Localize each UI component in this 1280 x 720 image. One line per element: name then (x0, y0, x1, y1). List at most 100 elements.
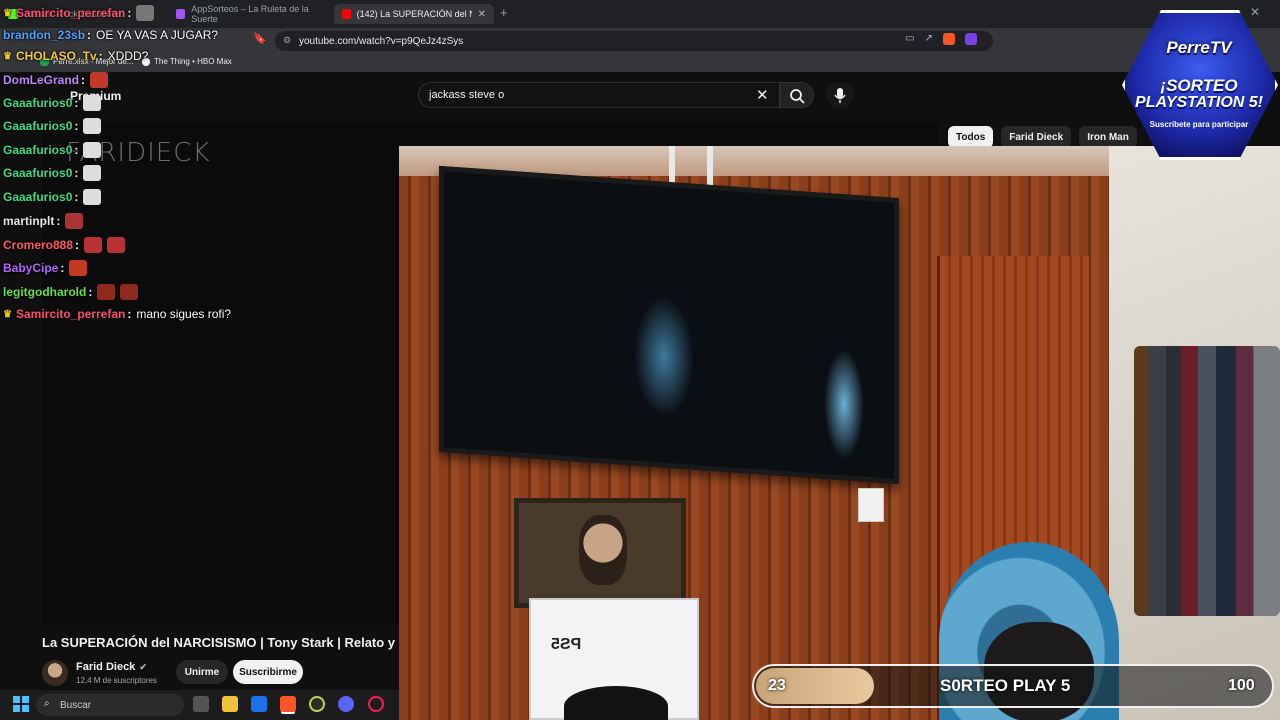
tab-label: (142) La SUPERACIÓN del NARC (356, 9, 472, 19)
emote-icon (83, 165, 102, 181)
raffle-current: 23 (768, 677, 786, 694)
chip-todos[interactable]: Todos (948, 126, 994, 148)
chat-message: ♛ Samircito_perrefan: (3, 5, 155, 21)
emote-icon (65, 213, 84, 229)
chat-separator: : (74, 190, 79, 204)
emote-icon (90, 72, 109, 88)
channel-name-text: Farid Dieck (76, 661, 136, 673)
chat-username[interactable]: brandon_23sb (3, 28, 85, 42)
file-explorer-icon[interactable] (222, 696, 238, 712)
search-query-text: jackass steve o (429, 89, 505, 101)
chat-message: ♛ CHOLASO_Tv: XDDD? (3, 49, 148, 63)
search-button[interactable] (780, 82, 814, 108)
chat-separator: : (60, 261, 65, 275)
new-tab-button[interactable]: + (500, 5, 508, 20)
badge-brand: PerreTV (1166, 38, 1232, 57)
badge-headline-2: PLAYSTATION 5! (1135, 94, 1263, 111)
chat-username[interactable]: Gaaafurios0 (3, 119, 72, 133)
tab-label: AppSorteos – La Ruleta de la Suerte (191, 4, 309, 24)
share-icon[interactable]: ↗ (924, 33, 932, 45)
tab-youtube-video[interactable]: (142) La SUPERACIÓN del NARC ✕ (334, 4, 494, 24)
brave-browser-icon[interactable] (280, 696, 296, 712)
chat-message: Gaaafurios0: (3, 189, 102, 205)
bookmark-the-thing[interactable]: The Thing • HBO Max (142, 57, 232, 66)
taskbar-search[interactable]: ⌕ Buscar (36, 694, 184, 716)
chat-message: Gaaafurios0: (3, 95, 102, 111)
brave-rewards-icon[interactable] (964, 33, 977, 45)
address-bar[interactable]: ⚙ youtube.com/watch?v=p9QeJz4zSys (275, 31, 993, 51)
tv-figure (824, 347, 864, 461)
ps5-logo-icon: PS5 (551, 636, 582, 653)
youtube-icon (342, 9, 351, 19)
batman-cap (564, 686, 668, 720)
task-view-icon[interactable] (193, 696, 209, 712)
chat-separator: : (81, 73, 86, 87)
obs-icon[interactable] (309, 696, 325, 712)
crown-badge-icon: ♛ (3, 308, 12, 320)
chat-message: legitgodharold: (3, 284, 139, 300)
tv-figure (634, 294, 694, 419)
chat-message: Gaaafurios0: (3, 118, 102, 134)
raffle-label: S0RTEO PLAY 5 (940, 676, 1071, 695)
crown-badge-icon: ♛ (3, 50, 12, 62)
site-info-icon[interactable]: ⚙ (283, 35, 291, 46)
chat-message: Gaaafurios0: (3, 142, 102, 158)
tab-appsorteos[interactable]: AppSorteos – La Ruleta de la Suerte (168, 4, 334, 24)
discord-icon[interactable] (338, 696, 354, 712)
chat-username[interactable]: Samircito_perrefan (16, 307, 125, 321)
chat-separator: : (127, 6, 132, 20)
chat-username[interactable]: martinplt (3, 214, 54, 228)
emote-icon (97, 284, 116, 300)
close-tab-icon[interactable]: ✕ (478, 9, 486, 20)
voice-search-button[interactable] (826, 82, 854, 108)
cast-icon[interactable]: ▭ (905, 33, 914, 45)
chat-message: brandon_23sb: OE YA VAS A JUGAR? (3, 28, 218, 42)
join-button[interactable]: Unirme (176, 660, 228, 684)
chat-message: DomLeGrand: (3, 72, 109, 88)
chat-text: mano sigues rofi? (136, 307, 232, 321)
chat-username[interactable]: Gaaafurios0 (3, 166, 72, 180)
chat-username[interactable]: legitgodharold (3, 285, 86, 299)
video-title: La SUPERACIÓN del NARCISISMO | Tony Star… (42, 635, 399, 650)
channel-avatar[interactable] (42, 660, 68, 686)
chat-username[interactable]: Samircito_perrefan (16, 6, 125, 20)
raffle-max: 100 (1228, 677, 1255, 694)
emote-icon (83, 95, 102, 111)
chat-username[interactable]: Gaaafurios0 (3, 143, 72, 157)
emote-icon (83, 189, 102, 205)
bookmark-label: The Thing • HBO Max (154, 57, 232, 66)
crown-badge-icon: ♛ (3, 7, 12, 19)
bookmark-icon[interactable]: 🔖 (253, 32, 267, 45)
clear-search-icon[interactable]: ✕ (756, 86, 769, 104)
windows-start-icon[interactable] (13, 696, 29, 712)
channel-name[interactable]: Farid Dieck ✔ (76, 661, 147, 673)
chat-separator: : (87, 28, 92, 42)
giveaway-badge: PerreTV ¡SORTEO PLAYSTATION 5! Suscríbet… (1118, 10, 1280, 160)
godfather-poster (514, 498, 686, 608)
appsorteos-icon (176, 9, 186, 19)
brave-shields-icon[interactable] (942, 33, 955, 45)
chat-message: Cromero888: (3, 237, 126, 253)
light-switch (858, 488, 884, 522)
chat-separator: : (74, 166, 79, 180)
chat-separator: : (74, 119, 79, 133)
chat-text: XDDD? (107, 49, 149, 63)
webcam-overlay: PS5 (399, 146, 1280, 720)
edge-store-icon[interactable] (251, 696, 267, 712)
chat-username[interactable]: Gaaafurios0 (3, 96, 72, 110)
chat-username[interactable]: Cromero888 (3, 238, 73, 252)
wall-tv (439, 165, 899, 485)
chat-username[interactable]: BabyCipe (3, 261, 58, 275)
chip-farid-dieck[interactable]: Farid Dieck (1001, 126, 1072, 148)
chat-message: martinplt: (3, 213, 84, 229)
chat-separator: : (127, 307, 132, 321)
chat-username[interactable]: CHOLASO_Tv (16, 49, 97, 63)
search-input[interactable]: jackass steve o (418, 82, 780, 108)
subscribe-button[interactable]: Suscribirme (233, 660, 303, 684)
chat-username[interactable]: Gaaafurios0 (3, 190, 72, 204)
poster-face (579, 515, 627, 585)
chat-separator: : (98, 49, 103, 63)
opera-gx-icon[interactable] (368, 696, 384, 712)
chat-username[interactable]: DomLeGrand (3, 73, 79, 87)
chat-separator: : (88, 285, 93, 299)
